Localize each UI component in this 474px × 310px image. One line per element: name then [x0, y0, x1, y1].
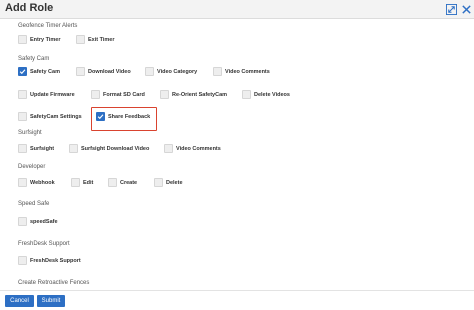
checkbox-surfsight-download-video[interactable]: Surfsight Download Video	[69, 144, 149, 153]
close-icon[interactable]	[460, 3, 472, 15]
checkbox-label: Re-Orient SafetyCam	[172, 91, 228, 98]
dialog-title: Add Role	[5, 2, 54, 14]
checkbox-speedsafe[interactable]: speedSafe	[18, 217, 58, 226]
section-label-safety-cam: Safety Cam	[18, 56, 50, 62]
checkbox-delete-videos[interactable]: Delete Videos	[242, 90, 290, 99]
checkbox-label: Format SD Card	[103, 91, 145, 98]
checkbox-box[interactable]	[91, 90, 100, 99]
section-label-surfsight: Surfsight	[18, 130, 42, 136]
checkbox-label: speedSafe	[30, 218, 58, 225]
checkbox-box[interactable]	[76, 35, 85, 44]
checkbox-surfsight[interactable]: Surfsight	[18, 144, 54, 153]
checkbox-box[interactable]	[108, 178, 117, 187]
checkbox-label: Entry Timer	[30, 36, 61, 43]
checkmark-icon	[19, 69, 26, 75]
checkbox-box[interactable]	[18, 35, 27, 44]
checkbox-box[interactable]	[18, 90, 27, 99]
checkbox-video-category[interactable]: Video Category	[145, 67, 197, 76]
checkbox-share-feedback[interactable]: Share Feedback	[96, 112, 150, 121]
checkbox-label: Video Comments	[225, 68, 270, 75]
section-label-speed-safe: Speed Safe	[18, 201, 50, 207]
checkbox-create[interactable]: Create	[108, 178, 137, 187]
section-label-developer: Developer	[18, 164, 46, 170]
checkbox-download-video[interactable]: Download Video	[76, 67, 131, 76]
checkbox-label: Share Feedback	[108, 113, 151, 120]
checkbox-label: SafetyCam Settings	[30, 113, 82, 120]
checkbox-box[interactable]	[69, 144, 78, 153]
checkbox-label: Exit Timer	[88, 36, 115, 43]
checkbox-box-checked[interactable]	[96, 112, 105, 121]
checkbox-label: Update Firmware	[30, 91, 75, 98]
checkbox-surfsight-video-comments[interactable]: Video Comments	[164, 144, 221, 153]
checkmark-icon	[97, 114, 104, 120]
checkbox-re-orient-safetycam[interactable]: Re-Orient SafetyCam	[160, 90, 227, 99]
dialog-footer: Cancel Submit	[0, 290, 474, 310]
checkbox-box[interactable]	[154, 178, 163, 187]
expand-icon[interactable]	[445, 3, 457, 15]
checkbox-box[interactable]	[164, 144, 173, 153]
checkbox-box[interactable]	[242, 90, 251, 99]
checkbox-box[interactable]	[18, 178, 27, 187]
checkbox-label: Surfsight	[30, 145, 55, 152]
section-label-create-retroactive-fences: Create Retroactive Fences	[18, 280, 90, 286]
checkbox-box[interactable]	[160, 90, 169, 99]
checkbox-box[interactable]	[213, 67, 222, 76]
checkbox-delete[interactable]: Delete	[154, 178, 183, 187]
section-label-freshdesk-support: FreshDesk Support	[18, 241, 70, 247]
checkbox-label: Edit	[83, 179, 94, 186]
checkbox-safety-cam[interactable]: Safety Cam	[18, 67, 60, 76]
checkbox-label: Surfsight Download Video	[81, 145, 150, 152]
checkbox-label: Delete Videos	[254, 91, 290, 98]
checkbox-label: Webhook	[30, 179, 55, 186]
checkbox-video-comments[interactable]: Video Comments	[213, 67, 270, 76]
section-label-geofence-timer-alerts: Geofence Timer Alerts	[18, 23, 78, 29]
checkbox-label: Delete	[166, 179, 183, 186]
checkbox-webhook[interactable]: Webhook	[18, 178, 55, 187]
checkbox-label: FreshDesk Support	[30, 257, 81, 264]
role-permissions-form: Geofence Timer Alerts Entry Timer Exit T…	[0, 19, 474, 290]
checkbox-box[interactable]	[71, 178, 80, 187]
checkbox-safetycam-settings[interactable]: SafetyCam Settings	[18, 112, 82, 121]
checkbox-exit-timer[interactable]: Exit Timer	[76, 35, 115, 44]
checkbox-label: Create	[120, 179, 138, 186]
checkbox-format-sd-card[interactable]: Format SD Card	[91, 90, 145, 99]
checkbox-box[interactable]	[76, 67, 85, 76]
checkbox-update-firmware[interactable]: Update Firmware	[18, 90, 75, 99]
submit-button[interactable]: Submit	[37, 295, 65, 307]
checkbox-label: Video Comments	[176, 145, 221, 152]
checkbox-label: Download Video	[88, 68, 131, 75]
checkbox-box[interactable]	[18, 256, 27, 265]
cancel-button[interactable]: Cancel	[5, 295, 34, 307]
dialog-header: Add Role	[0, 0, 474, 19]
checkbox-box[interactable]	[145, 67, 154, 76]
checkbox-box[interactable]	[18, 217, 27, 226]
checkbox-label: Video Category	[157, 68, 198, 75]
checkbox-entry-timer[interactable]: Entry Timer	[18, 35, 60, 44]
checkbox-label: Safety Cam	[30, 68, 60, 75]
checkbox-box[interactable]	[18, 144, 27, 153]
checkbox-freshdesk-support[interactable]: FreshDesk Support	[18, 256, 81, 265]
checkbox-box[interactable]	[18, 112, 27, 121]
checkbox-box-checked[interactable]	[18, 67, 27, 76]
checkbox-edit[interactable]: Edit	[71, 178, 93, 187]
